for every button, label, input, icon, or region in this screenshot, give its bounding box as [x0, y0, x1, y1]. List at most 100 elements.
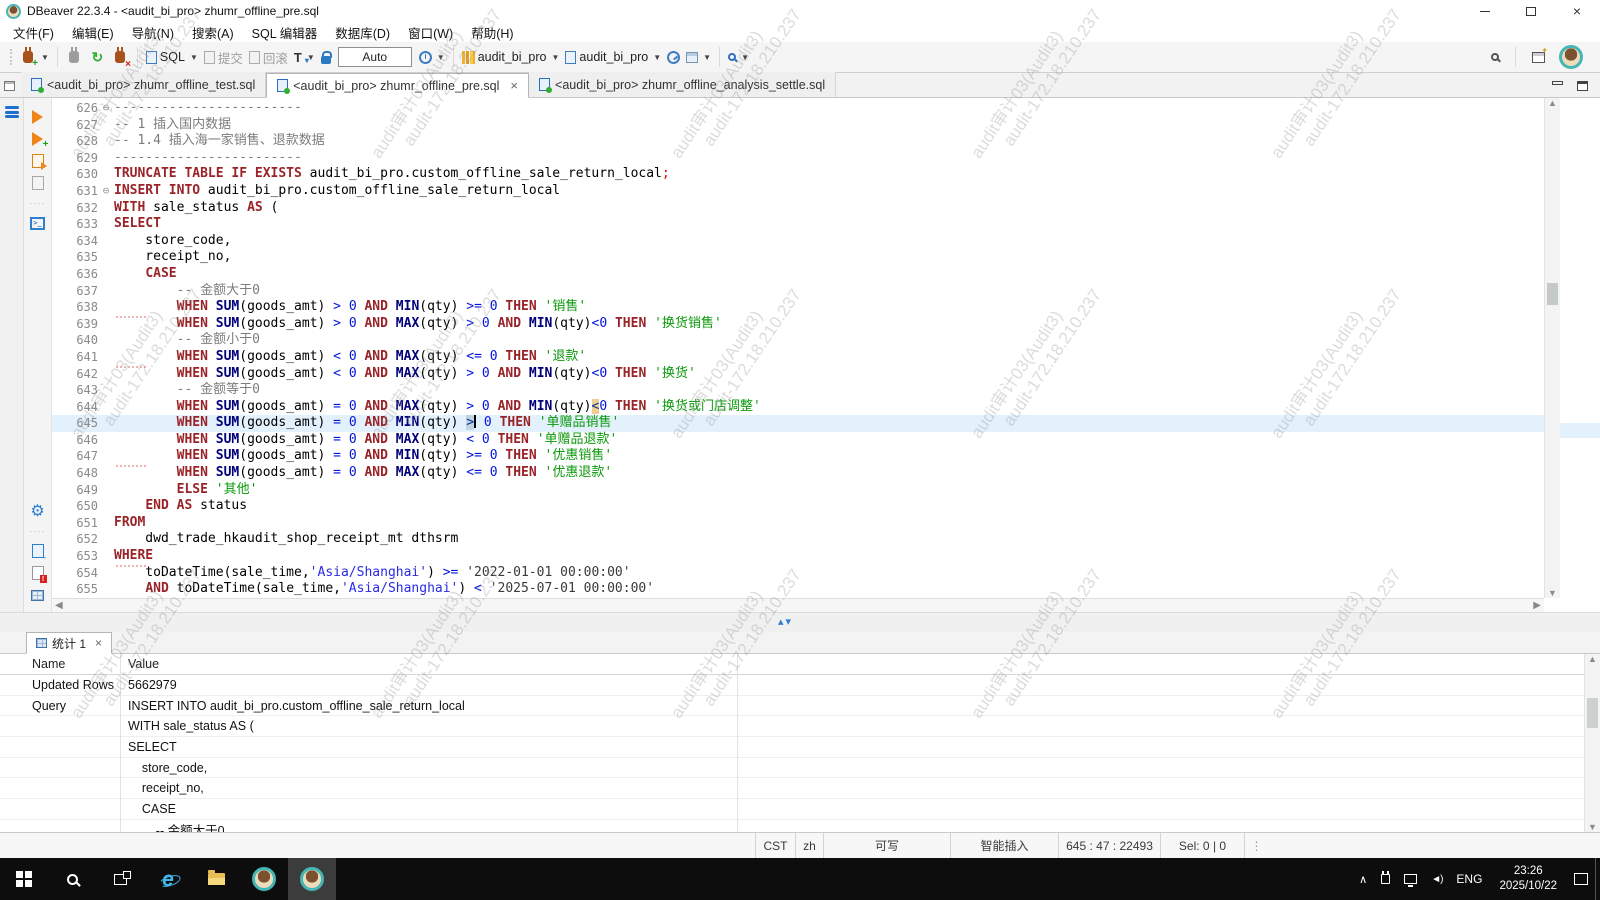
execute-script-button[interactable] [27, 150, 49, 172]
sql-editor[interactable]: 626 ⊖ ------------------------ 627 -- 1 插入国内… [52, 98, 1544, 598]
code-line-655[interactable]: 655 AND toDateTime(sale_time,'Asia/Shang… [52, 581, 1544, 598]
scroll-down-icon[interactable]: ▼ [1588, 822, 1597, 832]
execute-new-tab-button[interactable]: + [27, 128, 49, 150]
code-line-634[interactable]: 634 store_code, [52, 233, 1544, 250]
file-explorer-button[interactable] [192, 858, 240, 900]
tab-close-icon[interactable]: × [95, 636, 102, 650]
code-line-644[interactable]: 644 WHEN SUM(goods_amt) = 0 AND MAX(qty)… [52, 398, 1544, 416]
editor-tab-0[interactable]: <audit_bi_pro> zhumr_offline_test.sql [21, 72, 267, 97]
database-selector[interactable]: audit_bi_pro ▼ [459, 48, 563, 66]
search-metadata-button[interactable]: ▼ [725, 51, 752, 64]
show-desktop-button[interactable] [1595, 858, 1600, 900]
scrollbar-thumb[interactable] [1587, 698, 1598, 728]
editor-horizontal-scrollbar[interactable]: ◀ ▶ [52, 598, 1544, 612]
editor-results-splitter[interactable]: ▴▾ [0, 612, 1600, 632]
autocommit-combo[interactable]: Auto [337, 47, 412, 67]
scroll-up-icon[interactable]: ▲ [1548, 98, 1557, 108]
taskbar-clock[interactable]: 23:26 2025/10/22 [1489, 864, 1567, 894]
minimize-editor-icon[interactable] [1552, 81, 1563, 85]
database-navigator-icon[interactable] [4, 106, 19, 118]
network-tray-button[interactable] [1397, 858, 1424, 900]
minimize-button[interactable] [1462, 0, 1508, 22]
statistics-tab[interactable]: 统计 1 × [26, 632, 113, 654]
code-line-635[interactable]: 635 receipt_no, [52, 249, 1544, 266]
quick-access-search-button[interactable] [1488, 51, 1502, 63]
code-line-652[interactable]: 652 dwd_trade_hkaudit_shop_receipt_mt dt… [52, 531, 1544, 548]
code-line-646[interactable]: 646 WHEN SUM(goods_amt) = 0 AND MAX(qty)… [52, 432, 1544, 449]
column-divider[interactable] [737, 654, 738, 832]
scroll-down-icon[interactable]: ▼ [1548, 588, 1557, 598]
code-line-631[interactable]: 631 ⊖ INSERT INTO audit_bi_pro.custom_offl… [52, 183, 1544, 200]
tray-expand-button[interactable]: ∧ [1352, 858, 1374, 900]
dashboard-button[interactable] [664, 49, 683, 66]
code-line-642[interactable]: 642 WHEN SUM(goods_amt) < 0 AND MAX(qty)… [52, 365, 1544, 383]
editor-tab-2[interactable]: <audit_bi_pro> zhumr_offline_analysis_se… [529, 72, 837, 97]
dbeaver-taskbar-button-active[interactable] [288, 858, 336, 900]
fold-collapse-icon[interactable]: ⊖ [98, 100, 114, 117]
task-view-button[interactable] [96, 858, 144, 900]
code-line-645[interactable]: 645 WHEN SUM(goods_amt) = 0 AND MIN(qty)… [52, 415, 1544, 432]
connect-button[interactable] [63, 47, 86, 68]
transaction-mode-button[interactable]: T▼ [291, 48, 318, 67]
explain-plan-button[interactable] [27, 172, 49, 194]
close-button[interactable]: × [1554, 0, 1600, 22]
code-line-639[interactable]: 639 WHEN SUM(goods_amt) > 0 AND MAX(qty)… [52, 315, 1544, 333]
restore-view-icon[interactable] [4, 81, 15, 91]
menu-item-2[interactable]: 导航(N) [123, 21, 183, 44]
result-row[interactable]: Query INSERT INTO audit_bi_pro.custom_off… [0, 696, 1600, 717]
code-line-650[interactable]: 650 END AS status [52, 498, 1544, 515]
volume-tray-button[interactable]: ◄) [1424, 858, 1449, 900]
editor-vertical-scrollbar[interactable]: ▲ ▼ [1544, 98, 1560, 598]
menu-item-4[interactable]: SQL 编辑器 [243, 21, 327, 44]
code-line-636[interactable]: 636 CASE [52, 266, 1544, 283]
usb-tray-button[interactable] [1374, 858, 1397, 900]
code-line-627[interactable]: 627 -- 1 插入国内数据 [52, 117, 1544, 134]
code-line-638[interactable]: 638 WHEN SUM(goods_amt) > 0 AND MIN(qty)… [52, 299, 1544, 316]
scroll-right-icon[interactable]: ▶ [1533, 600, 1541, 611]
code-line-651[interactable]: 651 FROM [52, 515, 1544, 532]
start-button[interactable] [0, 858, 48, 900]
open-terminal-button[interactable]: >_ [27, 212, 49, 234]
internet-explorer-button[interactable]: e [144, 858, 192, 900]
new-connection-button[interactable]: + ▼ [16, 47, 52, 69]
fold-collapse-icon[interactable]: ⊖ [98, 183, 114, 200]
results-vertical-scrollbar[interactable]: ▲ ▼ [1584, 654, 1600, 832]
result-row[interactable]: store_code, [0, 758, 1600, 779]
code-line-628[interactable]: 628 -- 1.4 插入海一家销售、退款数据 [52, 133, 1544, 150]
result-row[interactable]: CASE [0, 799, 1600, 820]
code-line-654[interactable]: 654 toDateTime(sale_time,'Asia/Shanghai'… [52, 564, 1544, 582]
rollback-button[interactable]: 回滚 [246, 46, 291, 69]
menu-item-7[interactable]: 帮助(H) [462, 21, 522, 44]
taskbar-search-button[interactable] [48, 858, 96, 900]
code-line-649[interactable]: 649 ELSE '其他' [52, 482, 1544, 499]
disconnect-button[interactable]: × [109, 47, 132, 70]
settings-button[interactable]: ⚙ [27, 500, 49, 522]
code-line-637[interactable]: 637 -- 金额大于0 [52, 283, 1544, 300]
code-line-626[interactable]: 626 ⊖ ------------------------ [52, 100, 1544, 117]
code-line-633[interactable]: 633 SELECT [52, 216, 1544, 233]
menu-item-3[interactable]: 搜索(A) [183, 21, 243, 44]
result-row[interactable]: Updated Rows 5662979 [0, 675, 1600, 696]
menu-item-1[interactable]: 编辑(E) [63, 21, 123, 44]
code-line-641[interactable]: 641 WHEN SUM(goods_amt) < 0 AND MAX(qty)… [52, 349, 1544, 366]
code-line-629[interactable]: 629 ------------------------ [52, 150, 1544, 167]
result-row[interactable]: WITH sale_status AS ( [0, 716, 1600, 738]
code-line-630[interactable]: 630 TRUNCATE TABLE IF EXISTS audit_bi_pro… [52, 166, 1544, 183]
execute-sql-button[interactable] [27, 106, 49, 128]
result-grid-button[interactable] [27, 584, 49, 606]
commit-button[interactable]: 提交 [201, 46, 246, 69]
result-row[interactable]: receipt_no, [0, 778, 1600, 800]
dbeaver-perspective-button[interactable] [1556, 43, 1586, 71]
new-sql-editor-button[interactable]: SQL ▼ [143, 48, 201, 66]
code-line-653[interactable]: 653 WHERE [52, 548, 1544, 565]
action-center-button[interactable] [1567, 858, 1595, 900]
reconnect-button[interactable]: ↻ [86, 47, 109, 68]
scrollbar-thumb[interactable] [1547, 283, 1558, 305]
editor-tab-1[interactable]: <audit_bi_pro> zhumr_offline_pre.sql × [266, 73, 530, 98]
column-header-name[interactable]: Name [24, 657, 120, 671]
menu-item-6[interactable]: 窗口(W) [399, 21, 462, 44]
autocommit-lock-button[interactable] [318, 49, 334, 66]
column-header-value[interactable]: Value [120, 657, 737, 671]
result-row[interactable]: SELECT [0, 737, 1600, 758]
dbeaver-taskbar-button[interactable] [240, 858, 288, 900]
